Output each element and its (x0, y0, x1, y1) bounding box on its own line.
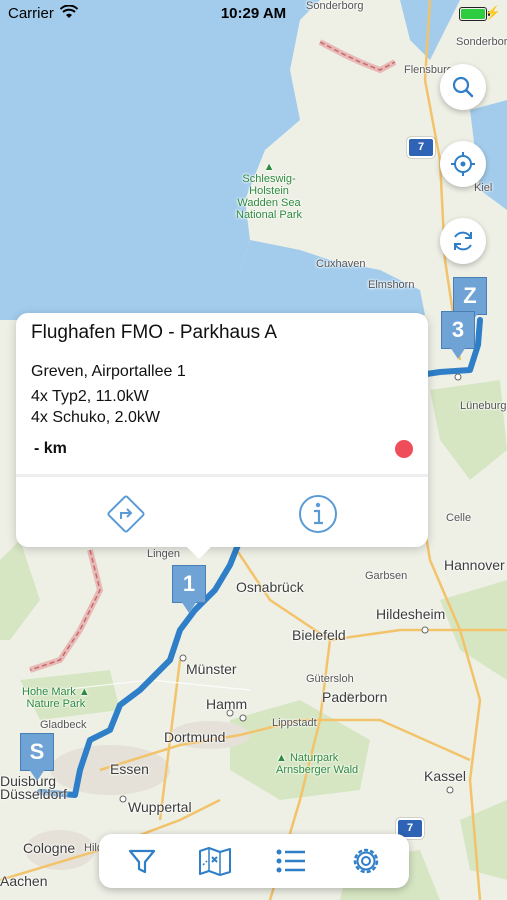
map-label: Wuppertal (128, 799, 192, 815)
filter-icon (128, 849, 156, 874)
park-label: ▲ Naturpark Arnsberger Wald (276, 752, 359, 776)
info-button[interactable] (296, 492, 340, 536)
map-label: Lippstadt (272, 717, 317, 729)
refresh-button[interactable] (440, 218, 486, 264)
map-label: Sonderborg (456, 36, 507, 48)
route-shield: 7 (407, 137, 435, 158)
locate-button[interactable] (440, 141, 486, 187)
park-icon: ▲ (263, 161, 275, 173)
search-icon (452, 76, 474, 98)
waypoint-marker-3[interactable]: 3 (441, 311, 475, 359)
map-label: Lüneburg (460, 400, 507, 412)
clock: 10:29 AM (220, 5, 287, 22)
station-title: Flughafen FMO - Parkhaus A (31, 322, 278, 343)
map-label: Münster (186, 661, 237, 677)
map-label: Cologne (23, 840, 76, 856)
distance-label: - km (34, 440, 67, 457)
settings-button[interactable] (347, 843, 385, 879)
search-button[interactable] (440, 64, 486, 110)
divider (16, 474, 428, 477)
status-bar: Carrier 10:29 AM ⚡ (0, 0, 507, 28)
map-label: Hamm (206, 696, 248, 712)
map-label: Elmshorn (368, 279, 415, 291)
park-label: Hohe Mark ▲ Nature Park (22, 686, 90, 710)
map-label: Gütersloh (306, 673, 354, 685)
map-label: Hannover (444, 557, 505, 573)
map-icon (199, 847, 231, 876)
map-label: Celle (446, 512, 472, 524)
bottom-toolbar (99, 834, 409, 888)
connector-info: 4x Typ2, 11.0kW (31, 388, 149, 405)
map-label: Dortmund (164, 729, 226, 745)
map-label: Paderborn (322, 689, 388, 705)
locate-icon (451, 152, 475, 176)
park-icon: ▲ (276, 752, 287, 764)
start-marker[interactable]: S (20, 733, 54, 781)
map-label: Essen (110, 761, 149, 777)
map-label: Lingen (147, 548, 181, 560)
park-label: ▲ Schleswig- Holstein Wadden Sea Nationa… (236, 161, 303, 221)
list-button[interactable] (272, 843, 310, 879)
station-callout: Flughafen FMO - Parkhaus A Greven, Airpo… (16, 313, 428, 559)
map-label: Gladbeck (40, 719, 87, 731)
battery-icon (459, 7, 490, 21)
settings-icon (353, 848, 379, 874)
waypoint-marker-1[interactable]: 1 (172, 565, 206, 613)
map-label: Düsseldorf (0, 786, 67, 802)
map-label: Bielefeld (292, 627, 346, 643)
route-planner-button[interactable] (196, 843, 234, 879)
list-icon (276, 849, 305, 873)
map-label: Osnabrück (236, 579, 304, 595)
map-label: Garbsen (365, 570, 408, 582)
park-icon: ▲ (78, 686, 90, 698)
map-label: Hildesheim (376, 606, 446, 622)
info-icon (299, 495, 337, 533)
map-label: Cuxhaven (316, 258, 366, 270)
map-label: Kassel (424, 768, 467, 784)
refresh-icon (454, 231, 472, 251)
filter-button[interactable] (123, 843, 161, 879)
directions-button[interactable] (104, 492, 148, 536)
map-label: Kiel (474, 182, 493, 194)
station-address: Greven, Airportallee 1 (31, 363, 186, 380)
directions-icon (107, 495, 145, 533)
map-label: Aachen (0, 873, 48, 889)
connector-info: 4x Schuko, 2.0kW (31, 409, 160, 426)
status-indicator (395, 440, 413, 458)
charging-icon: ⚡ (484, 5, 501, 20)
